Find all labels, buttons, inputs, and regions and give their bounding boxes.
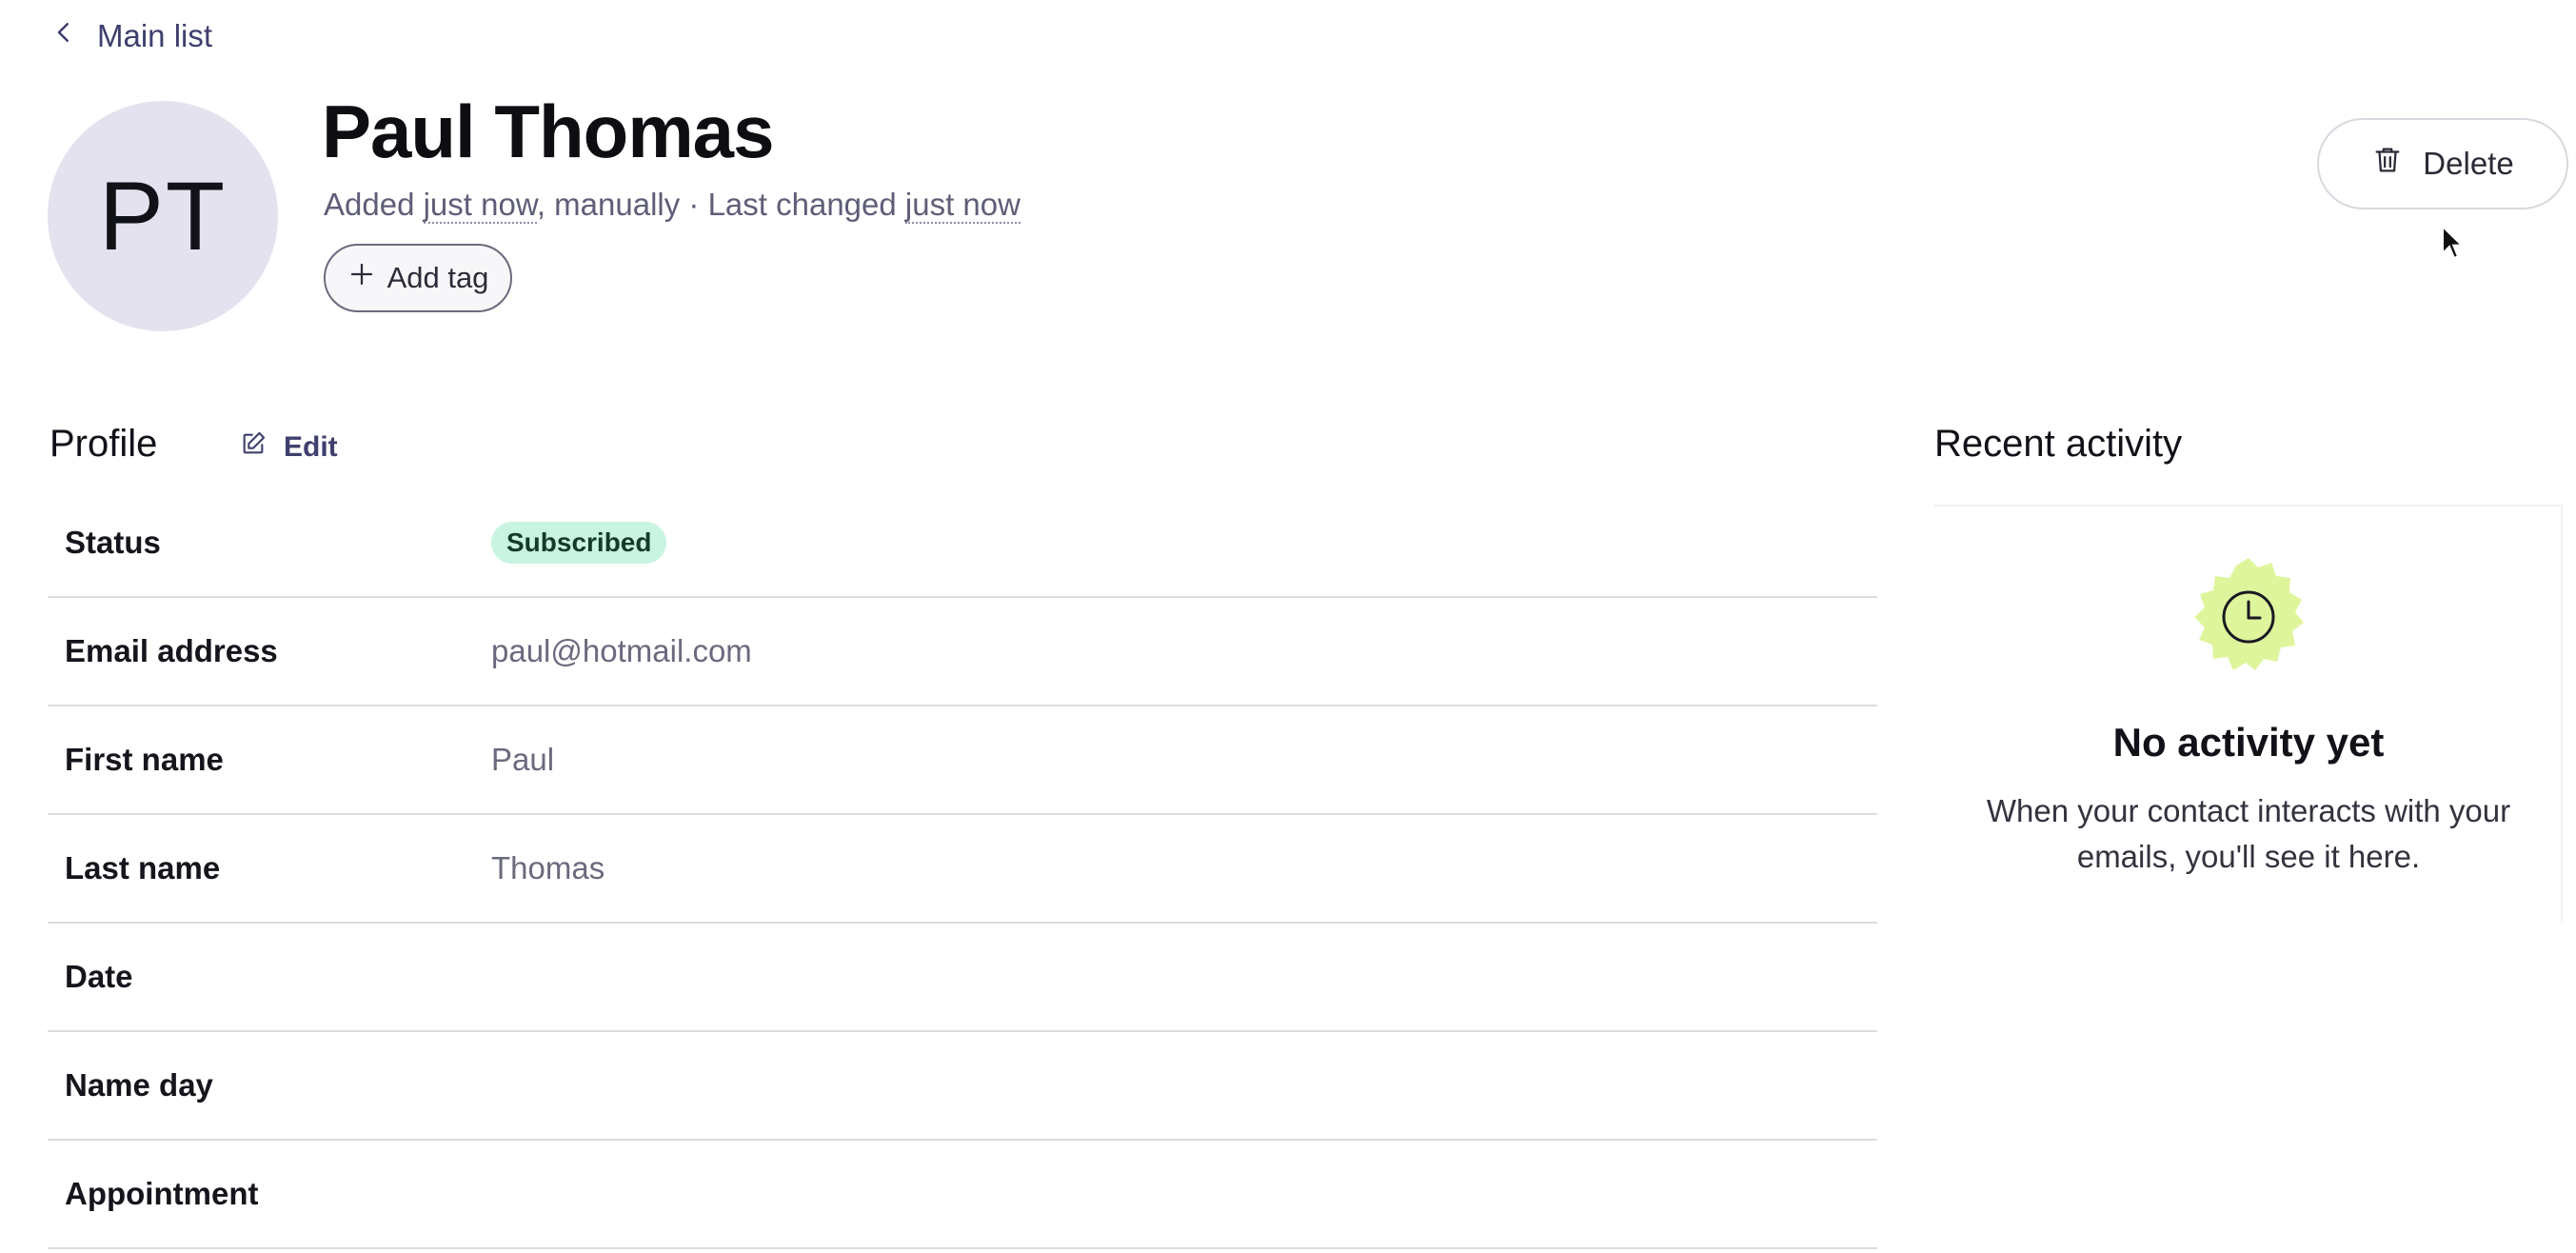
mouse-cursor-icon bbox=[2442, 225, 2464, 260]
recent-activity-title: Recent activity bbox=[1934, 423, 2183, 465]
field-label: Name day bbox=[65, 1067, 213, 1103]
edit-icon bbox=[240, 430, 267, 465]
avatar: PT bbox=[48, 101, 278, 331]
delete-label: Delete bbox=[2423, 146, 2514, 181]
meta-added-suffix: , manually · Last changed bbox=[536, 187, 905, 222]
profile-table: Status Subscribed Email address paul@hot… bbox=[48, 489, 1877, 1249]
field-value: Paul bbox=[491, 742, 555, 777]
chevron-left-icon bbox=[50, 18, 78, 54]
empty-state-description: When your contact interacts with your em… bbox=[1986, 793, 2511, 874]
back-link-label: Main list bbox=[97, 18, 213, 53]
edit-profile-button[interactable]: Edit bbox=[240, 430, 338, 465]
contact-name: Paul Thomas bbox=[322, 90, 774, 173]
profile-row-status: Status Subscribed bbox=[48, 489, 1877, 598]
field-label: Date bbox=[65, 959, 133, 994]
field-label: Email address bbox=[65, 633, 278, 668]
profile-row-first-name: First name Paul bbox=[48, 706, 1877, 815]
profile-row-email: Email address paul@hotmail.com bbox=[48, 598, 1877, 706]
contact-meta: Added just now, manually · Last changed … bbox=[324, 187, 1020, 224]
plus-icon bbox=[347, 260, 376, 296]
field-label: Last name bbox=[65, 850, 221, 885]
profile-row-date: Date bbox=[48, 924, 1877, 1032]
field-label: Appointment bbox=[65, 1176, 259, 1211]
add-tag-button[interactable]: Add tag bbox=[324, 244, 512, 312]
profile-row-last-name: Last name Thomas bbox=[48, 815, 1877, 924]
profile-section-title: Profile bbox=[50, 423, 158, 465]
trash-icon bbox=[2371, 144, 2404, 184]
field-value: Subscribed bbox=[491, 522, 667, 564]
add-tag-label: Add tag bbox=[386, 261, 489, 294]
meta-added-time: just now bbox=[423, 187, 537, 224]
clock-icon bbox=[2194, 558, 2304, 670]
field-value: Thomas bbox=[491, 850, 605, 885]
profile-row-name-day: Name day bbox=[48, 1032, 1877, 1141]
field-value: paul@hotmail.com bbox=[491, 633, 752, 668]
field-label: Status bbox=[65, 525, 161, 560]
field-label: First name bbox=[65, 742, 224, 777]
edit-label: Edit bbox=[284, 431, 338, 463]
profile-row-appointment: Appointment bbox=[48, 1141, 1877, 1249]
status-badge: Subscribed bbox=[491, 522, 667, 564]
delete-button[interactable]: Delete bbox=[2317, 118, 2568, 209]
empty-state-title: No activity yet bbox=[2112, 720, 2385, 765]
meta-changed-time: just now bbox=[904, 187, 1020, 224]
back-to-main-list-link[interactable]: Main list bbox=[50, 13, 212, 59]
meta-added-prefix: Added bbox=[324, 187, 424, 222]
